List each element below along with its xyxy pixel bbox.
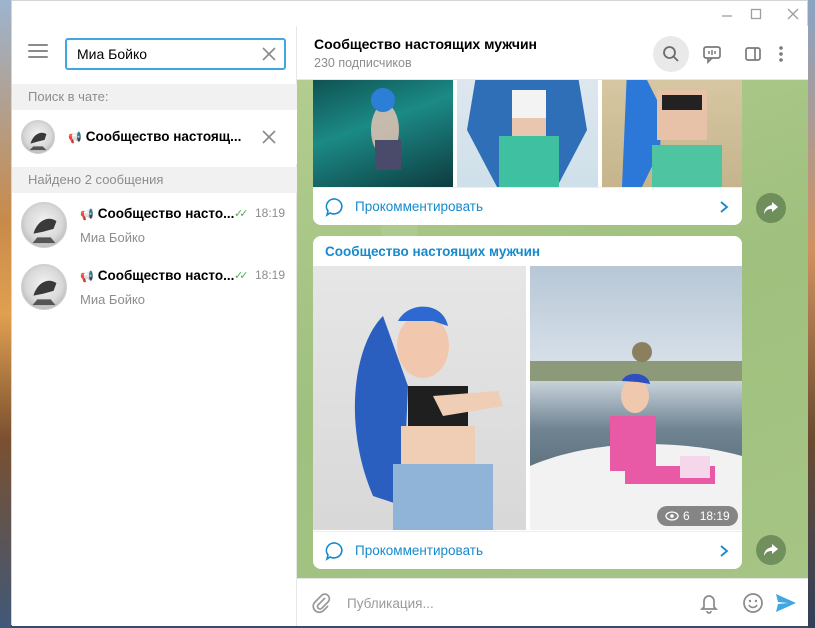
attach-icon[interactable] bbox=[309, 591, 333, 615]
share-icon[interactable] bbox=[756, 193, 786, 223]
read-check-icon: ✓✓ bbox=[234, 270, 249, 282]
maximize-icon[interactable] bbox=[741, 4, 771, 24]
comment-icon bbox=[325, 541, 345, 561]
message-list[interactable]: Прокомментировать Сообщество настоящих м… bbox=[297, 80, 808, 578]
title-bar bbox=[12, 1, 807, 26]
more-options-icon[interactable] bbox=[769, 36, 793, 72]
search-result-item[interactable]: 📢 Сообщество насто... ✓✓ 18:19 Миа Бойко bbox=[12, 194, 297, 256]
results-count-label: Найдено 2 сообщения bbox=[12, 167, 297, 193]
channel-icon: 📢 bbox=[80, 271, 94, 283]
share-icon[interactable] bbox=[756, 535, 786, 565]
result-channel-name: 📢 Сообщество насто... bbox=[80, 268, 235, 283]
chevron-right-icon bbox=[718, 544, 730, 558]
desktop-background-left bbox=[0, 0, 11, 628]
search-input[interactable] bbox=[67, 40, 252, 68]
search-box bbox=[65, 38, 286, 70]
emoji-icon[interactable] bbox=[741, 591, 765, 615]
telegram-window: Поиск в чате: 📢Сообщество настоящ... Най… bbox=[11, 0, 808, 626]
channel-icon: 📢 bbox=[80, 209, 94, 221]
send-icon[interactable] bbox=[774, 591, 798, 615]
comment-label: Прокомментировать bbox=[355, 543, 483, 558]
sidebar: Поиск в чате: 📢Сообщество настоящ... Най… bbox=[12, 26, 297, 626]
read-check-icon: ✓✓ bbox=[234, 208, 249, 220]
message-composer bbox=[297, 578, 808, 626]
message-channel-title[interactable]: Сообщество настоящих мужчин bbox=[325, 244, 540, 259]
desktop-background-right bbox=[808, 0, 815, 628]
discussion-icon[interactable] bbox=[694, 36, 730, 72]
close-chat-filter-icon[interactable] bbox=[260, 128, 278, 146]
current-chat-row[interactable]: 📢 Сообщество настоящ... bbox=[12, 110, 297, 164]
eye-icon bbox=[665, 511, 679, 521]
search-icon[interactable] bbox=[653, 36, 689, 72]
result-time: 18:19 bbox=[255, 268, 286, 282]
message-photo[interactable] bbox=[313, 266, 526, 530]
notification-bell-icon[interactable] bbox=[697, 591, 721, 615]
chat-header: Сообщество настоящих мужчин 230 подписчи… bbox=[297, 26, 808, 80]
search-result-item[interactable]: 📢 Сообщество насто... ✓✓ 18:19 Миа Бойко bbox=[12, 256, 297, 318]
chat-title[interactable]: Сообщество настоящих мужчин bbox=[314, 36, 537, 52]
channel-icon: 📢 bbox=[68, 132, 82, 144]
views-badge: 6 18:19 bbox=[657, 506, 738, 526]
search-in-chat-label: Поиск в чате: bbox=[12, 84, 297, 110]
message-bubble: Прокомментировать bbox=[313, 80, 742, 225]
message-bubble: Сообщество настоящих мужчин 6 18:19 Прок… bbox=[313, 236, 742, 569]
close-icon[interactable] bbox=[778, 4, 808, 24]
result-channel-name: 📢 Сообщество насто... bbox=[80, 206, 235, 221]
result-time: 18:19 bbox=[255, 206, 286, 220]
current-chat-name: 📢 Сообщество настоящ... bbox=[68, 129, 242, 144]
message-input[interactable] bbox=[347, 591, 667, 615]
result-sender: Миа Бойко bbox=[80, 292, 146, 307]
message-photo[interactable] bbox=[313, 80, 453, 187]
comment-icon bbox=[325, 197, 345, 217]
sidebar-toggle-icon[interactable] bbox=[735, 36, 771, 72]
comment-button[interactable]: Прокомментировать bbox=[313, 187, 742, 225]
chevron-right-icon bbox=[718, 200, 730, 214]
message-photo[interactable] bbox=[530, 266, 742, 530]
message-photo[interactable] bbox=[602, 80, 742, 187]
clear-search-icon[interactable] bbox=[260, 45, 278, 63]
message-time: 18:19 bbox=[699, 509, 730, 523]
subscriber-count: 230 подписчиков bbox=[314, 56, 412, 70]
avatar bbox=[21, 202, 67, 248]
avatar bbox=[21, 264, 67, 310]
menu-icon[interactable] bbox=[28, 44, 48, 60]
views-count: 6 bbox=[683, 509, 690, 523]
comment-label: Прокомментировать bbox=[355, 199, 483, 214]
comment-button[interactable]: Прокомментировать bbox=[313, 531, 742, 569]
minimize-icon[interactable] bbox=[712, 4, 742, 24]
message-photo[interactable] bbox=[457, 80, 598, 187]
chat-panel: Сообщество настоящих мужчин 230 подписчи… bbox=[297, 26, 808, 626]
result-sender: Миа Бойко bbox=[80, 230, 146, 245]
avatar bbox=[21, 120, 55, 154]
